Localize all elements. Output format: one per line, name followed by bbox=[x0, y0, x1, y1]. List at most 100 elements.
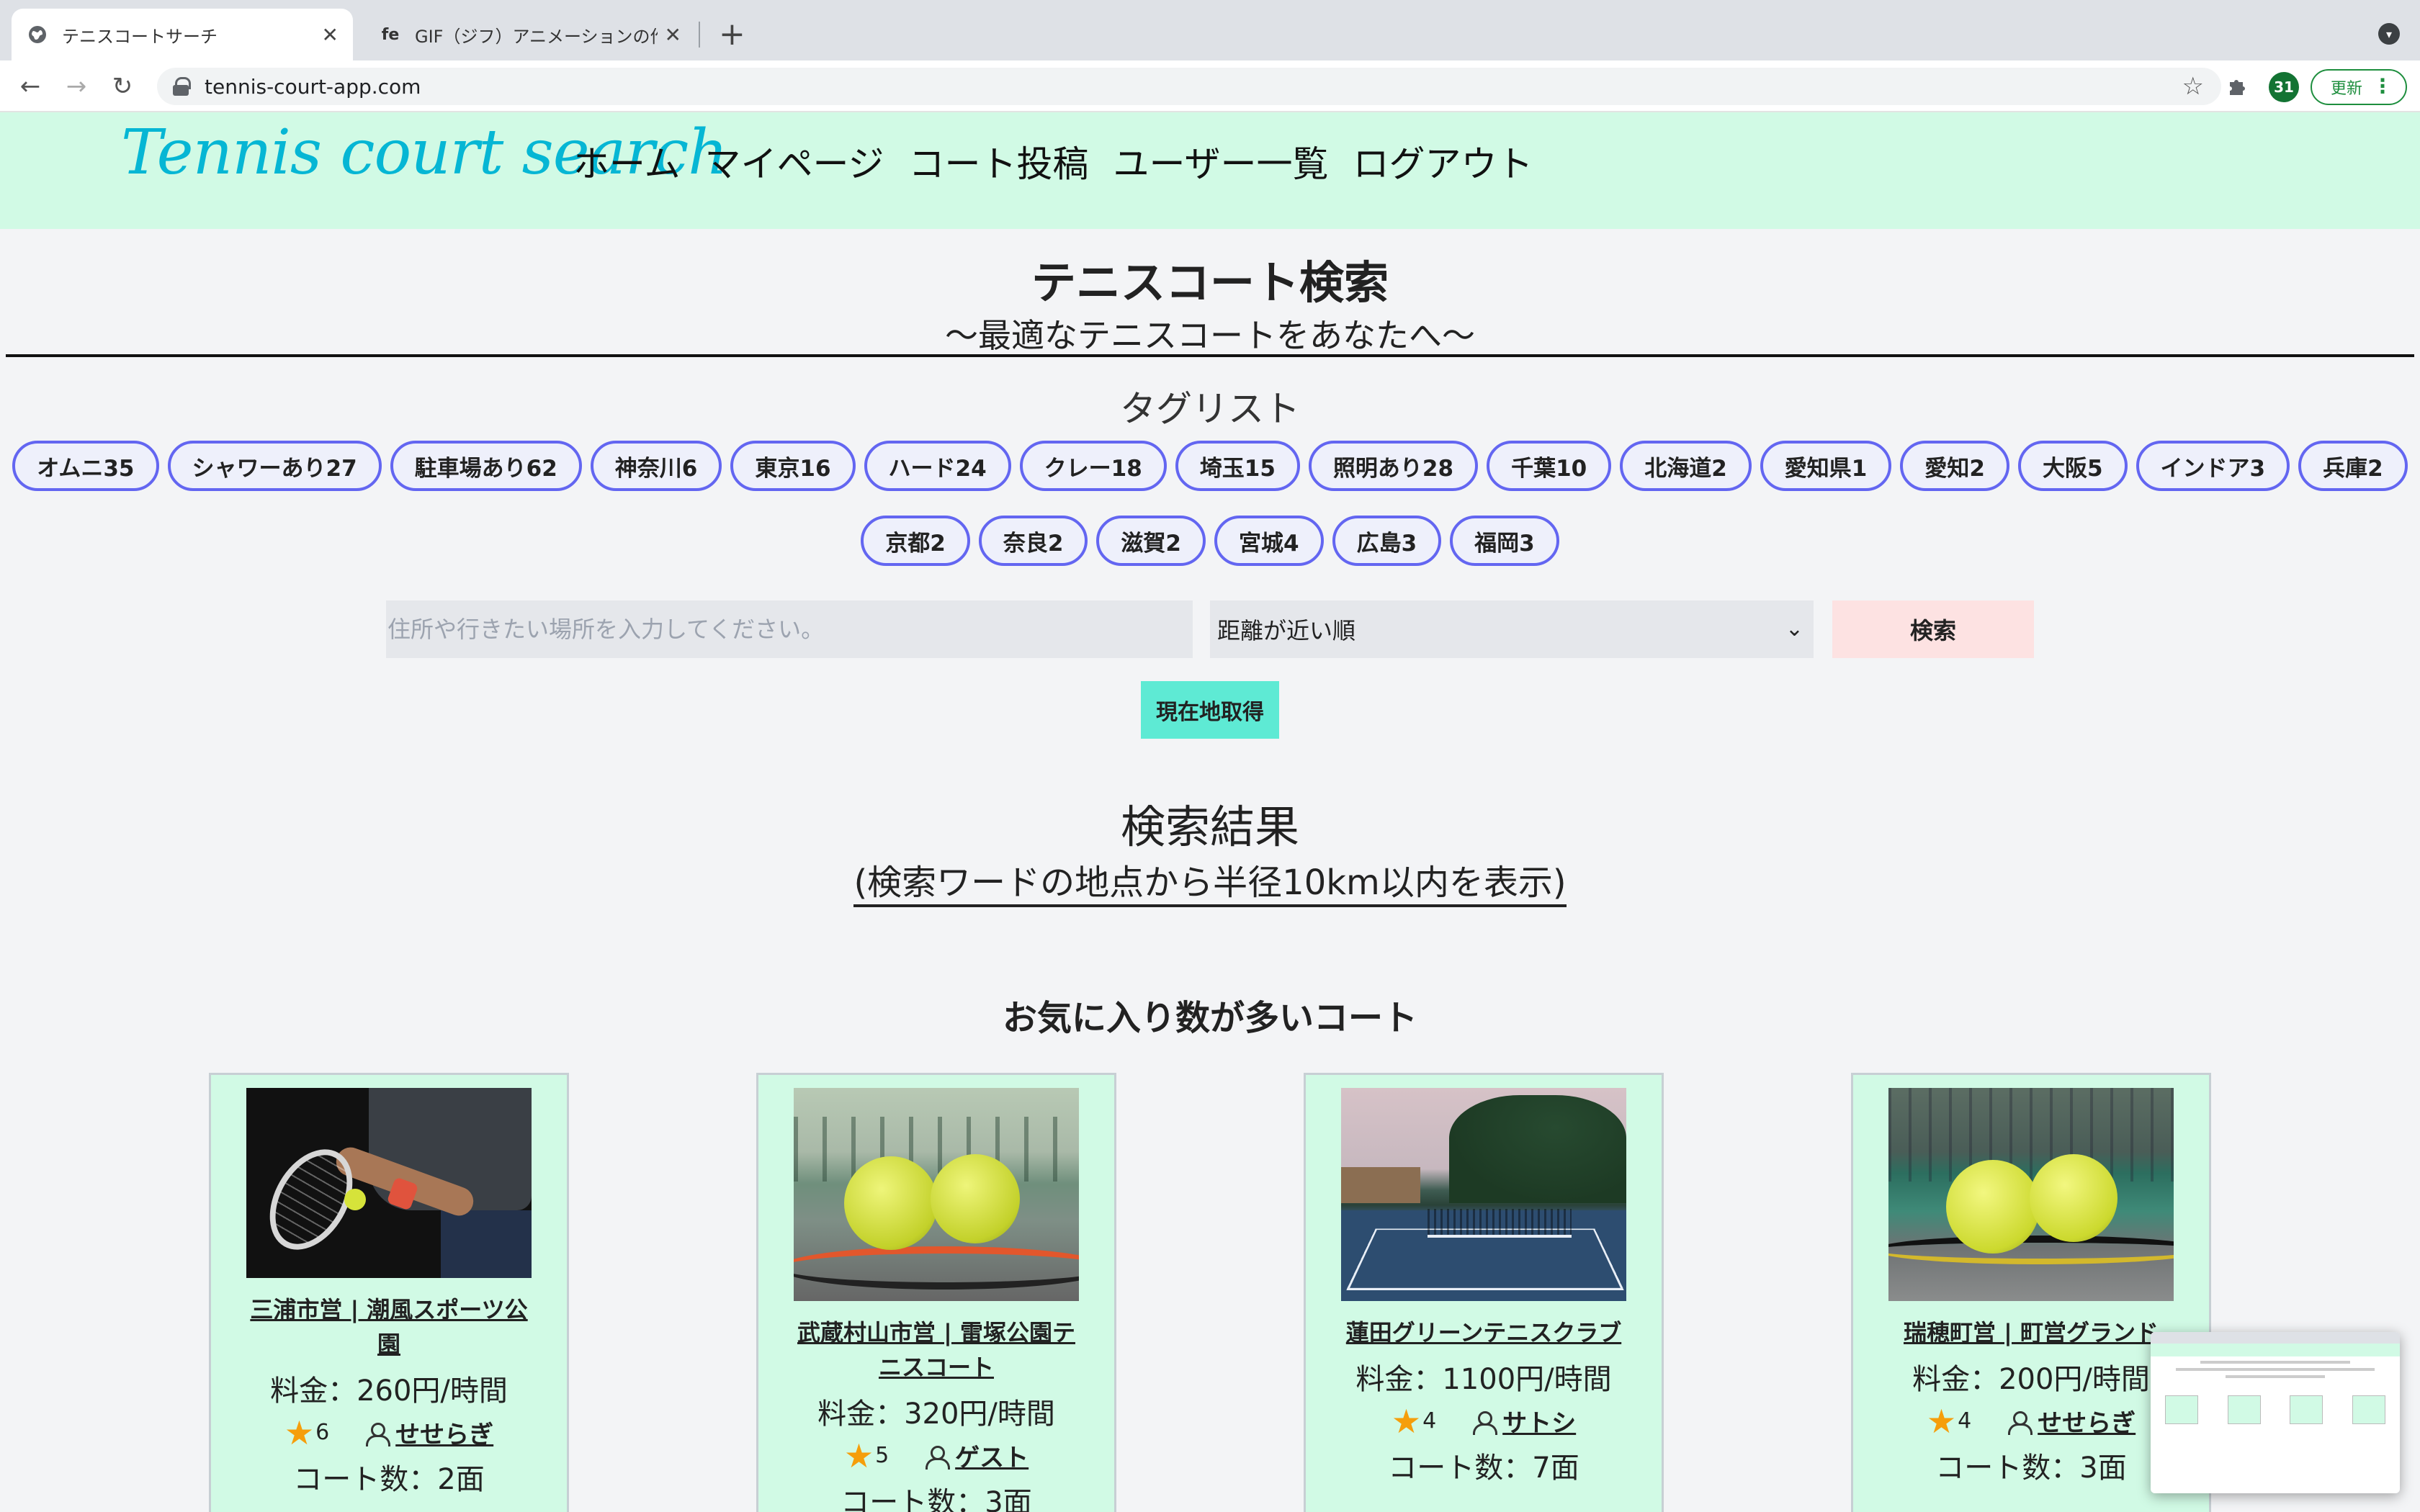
tag-pill[interactable]: 兵庫2 bbox=[2298, 441, 2408, 491]
court-meta: ★ 4 サトシ bbox=[1392, 1403, 1576, 1439]
close-tab-icon[interactable]: ✕ bbox=[665, 23, 681, 47]
court-photo[interactable] bbox=[794, 1088, 1079, 1301]
browser-toolbar: ← → ↻ tennis-court-app.com ☆ 31 更新 ⋮ bbox=[0, 60, 2420, 112]
site-nav: ホーム マイページ コート投稿 ユーザー一覧 ログアウト bbox=[573, 135, 1533, 187]
favorite-count: 5 bbox=[875, 1443, 889, 1468]
court-name-link[interactable]: 瑞穂町営 | 町営グランド bbox=[1887, 1315, 2175, 1350]
tab-tennis-court-search[interactable]: テニスコートサーチ ✕ bbox=[12, 9, 353, 60]
court-count: コート数：7面 bbox=[1388, 1452, 1579, 1485]
nav-logout[interactable]: ログアウト bbox=[1353, 135, 1533, 187]
tag-pill[interactable]: 駐車場あり62 bbox=[390, 441, 582, 491]
tag-pill[interactable]: オムニ35 bbox=[12, 441, 159, 491]
favorite-count: 4 bbox=[1422, 1408, 1437, 1434]
tab-gif-animation[interactable]: fe GIF（ジフ）アニメーションの作り ✕ bbox=[364, 9, 696, 60]
globe-icon bbox=[26, 23, 49, 46]
forward-icon[interactable]: → bbox=[60, 71, 92, 102]
bookmark-star-icon[interactable]: ☆ bbox=[2182, 72, 2204, 101]
tag-row-2: 京都2 奈良2 滋賀2 宮城4 広島3 福岡3 bbox=[0, 516, 2420, 566]
tag-pill[interactable]: 神奈川6 bbox=[590, 441, 722, 491]
nav-home[interactable]: ホーム bbox=[573, 135, 681, 187]
chevron-down-icon: ⌄ bbox=[1785, 616, 1803, 642]
favorite-count: 4 bbox=[1958, 1408, 1972, 1434]
court-count: コート数：3面 bbox=[1935, 1452, 2127, 1485]
poster-link[interactable]: せせらぎ bbox=[2038, 1403, 2136, 1439]
court-price: 料金：200円/時間 bbox=[1912, 1363, 2150, 1396]
page-title: テニスコート検索 bbox=[1031, 256, 1389, 309]
search-button[interactable]: 検索 bbox=[1832, 600, 2034, 658]
tag-pill[interactable]: クレー18 bbox=[1019, 441, 1167, 491]
tag-row-1: オムニ35 シャワーあり27 駐車場あり62 神奈川6 東京16 ハード24 ク… bbox=[0, 441, 2420, 491]
court-name-link[interactable]: 三浦市営 | 潮風スポーツ公園 bbox=[245, 1292, 533, 1362]
browser-tabstrip: テニスコートサーチ ✕ fe GIF（ジフ）アニメーションの作り ✕ + ▾ bbox=[0, 0, 2420, 60]
profile-avatar[interactable]: 31 bbox=[2269, 72, 2299, 102]
court-price: 料金：1100円/時間 bbox=[1355, 1363, 1612, 1396]
get-location-button[interactable]: 現在地取得 bbox=[1141, 681, 1279, 739]
court-price: 料金：260円/時間 bbox=[270, 1374, 508, 1408]
court-photo[interactable] bbox=[1888, 1088, 2174, 1301]
close-tab-icon[interactable]: ✕ bbox=[322, 23, 339, 47]
extensions-puzzle-icon[interactable] bbox=[2226, 75, 2249, 104]
poster-link[interactable]: せせらぎ bbox=[395, 1415, 493, 1450]
tag-pill[interactable]: 千葉10 bbox=[1487, 441, 1612, 491]
results-title: 検索結果 bbox=[1120, 801, 1299, 853]
court-count: コート数：2面 bbox=[293, 1463, 485, 1496]
user-icon bbox=[925, 1444, 951, 1470]
nav-user-list[interactable]: ユーザー一覧 bbox=[1113, 135, 1329, 187]
court-photo[interactable] bbox=[246, 1088, 532, 1278]
tab-separator bbox=[699, 22, 700, 48]
tag-pill[interactable]: 宮城4 bbox=[1214, 516, 1324, 566]
tag-pill[interactable]: ハード24 bbox=[864, 441, 1011, 491]
sort-select[interactable]: 距離が近い順 ⌄ bbox=[1210, 600, 1814, 658]
court-card[interactable]: 武蔵村山市営 | 雷塚公園テニスコート 料金：320円/時間 ★ 5 ゲスト コ… bbox=[756, 1073, 1116, 1512]
tag-pill[interactable]: 滋賀2 bbox=[1096, 516, 1206, 566]
update-label: 更新 bbox=[2331, 80, 2363, 98]
lock-icon bbox=[173, 77, 191, 96]
user-icon bbox=[1472, 1410, 1498, 1435]
user-icon bbox=[2007, 1410, 2033, 1435]
court-name-link[interactable]: 武蔵村山市営 | 雷塚公園テニスコート bbox=[792, 1315, 1080, 1385]
court-meta: ★ 5 ゲスト bbox=[844, 1438, 1028, 1473]
tag-pill[interactable]: 北海道2 bbox=[1620, 441, 1752, 491]
tag-pill[interactable]: 福岡3 bbox=[1450, 516, 1559, 566]
tag-pill[interactable]: 愛知2 bbox=[1900, 441, 2009, 491]
sort-selected-value: 距離が近い順 bbox=[1217, 617, 1356, 644]
screenshot-thumbnail[interactable] bbox=[2151, 1332, 2400, 1493]
court-name-link[interactable]: 蓮田グリーンテニスクラブ bbox=[1340, 1315, 1628, 1350]
tag-pill[interactable]: 京都2 bbox=[861, 516, 970, 566]
court-card[interactable]: 蓮田グリーンテニスクラブ 料金：1100円/時間 ★ 4 サトシ コート数：7面 bbox=[1304, 1073, 1664, 1512]
court-photo[interactable] bbox=[1341, 1088, 1626, 1301]
tag-pill[interactable]: 照明あり28 bbox=[1308, 441, 1479, 491]
star-icon: ★ bbox=[1926, 1401, 1957, 1441]
tag-pill[interactable]: インドア3 bbox=[2136, 441, 2290, 491]
tag-list-title: タグリスト bbox=[1120, 388, 1300, 430]
court-price: 料金：320円/時間 bbox=[817, 1398, 1055, 1431]
tab-title: テニスコートサーチ bbox=[62, 26, 218, 47]
court-count: コート数：3面 bbox=[841, 1486, 1032, 1512]
new-tab-icon[interactable]: + bbox=[719, 16, 745, 53]
tag-pill[interactable]: 埼玉15 bbox=[1175, 441, 1300, 491]
results-note-text: (検索ワードの地点から半径10km以内を表示) bbox=[853, 863, 1567, 907]
star-icon: ★ bbox=[1391, 1401, 1422, 1441]
tag-pill[interactable]: 広島3 bbox=[1332, 516, 1442, 566]
tag-pill[interactable]: 奈良2 bbox=[978, 516, 1088, 566]
search-input[interactable] bbox=[386, 600, 1193, 658]
court-meta: ★ 6 せせらぎ bbox=[284, 1415, 493, 1450]
court-card[interactable]: 三浦市営 | 潮風スポーツ公園 料金：260円/時間 ★ 6 せせらぎ コート数… bbox=[209, 1073, 569, 1512]
back-icon[interactable]: ← bbox=[14, 71, 46, 102]
tag-pill[interactable]: シャワーあり27 bbox=[167, 441, 382, 491]
site-header: Tennis court search ホーム マイページ コート投稿 ユーザー… bbox=[0, 112, 2420, 229]
address-bar[interactable]: tennis-court-app.com ☆ bbox=[157, 68, 2221, 105]
tag-pill[interactable]: 愛知県1 bbox=[1760, 441, 1892, 491]
poster-link[interactable]: ゲスト bbox=[955, 1438, 1028, 1473]
nav-post-court[interactable]: コート投稿 bbox=[909, 135, 1089, 187]
poster-link[interactable]: サトシ bbox=[1502, 1403, 1576, 1439]
tab-search-chevron-icon[interactable]: ▾ bbox=[2378, 23, 2400, 45]
star-icon: ★ bbox=[284, 1413, 315, 1452]
tab-title: GIF（ジフ）アニメーションの作り bbox=[415, 26, 658, 47]
tag-pill[interactable]: 大阪5 bbox=[2017, 441, 2128, 491]
nav-mypage[interactable]: マイページ bbox=[705, 135, 884, 187]
update-button[interactable]: 更新 ⋮ bbox=[2311, 69, 2407, 105]
reload-icon[interactable]: ↻ bbox=[107, 71, 138, 102]
url-text: tennis-court-app.com bbox=[205, 74, 421, 99]
tag-pill[interactable]: 東京16 bbox=[730, 441, 856, 491]
